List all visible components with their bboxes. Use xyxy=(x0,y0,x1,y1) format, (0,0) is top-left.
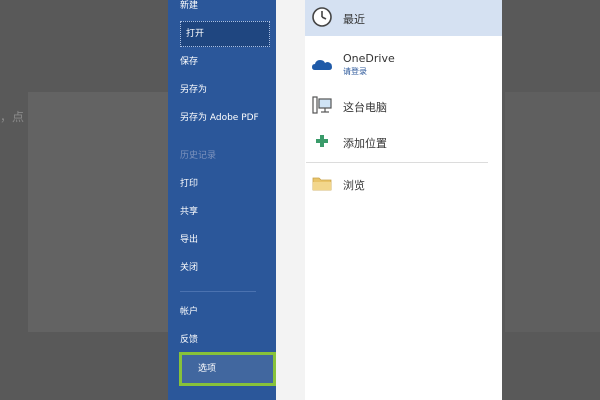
nav-separator xyxy=(180,291,256,292)
nav-item-save-as[interactable]: 另存为 xyxy=(180,84,272,96)
location-add-place-label: 添加位置 xyxy=(343,137,387,150)
nav-item-history: 历史记录 xyxy=(180,151,217,161)
plus-icon xyxy=(316,135,328,147)
nav-item-options[interactable]: 选项 xyxy=(179,352,276,386)
location-browse[interactable]: 浏览 xyxy=(305,166,502,202)
location-onedrive[interactable]: OneDrive 请登录 xyxy=(305,48,502,84)
nav-item-share[interactable]: 共享 xyxy=(180,206,272,218)
nav-item-export[interactable]: 导出 xyxy=(180,234,272,246)
backstage-nav: 新建 打开 保存 另存为 另存为 Adobe PDF 历史记录 打印 共享 导出… xyxy=(168,0,276,400)
location-this-pc-label: 这台电脑 xyxy=(343,101,387,114)
cloud-icon xyxy=(312,60,332,70)
nav-item-open[interactable]: 打开 xyxy=(180,21,270,47)
location-browse-label: 浏览 xyxy=(343,179,365,192)
nav-item-account[interactable]: 帐户 xyxy=(180,306,272,318)
onedrive-signin-link[interactable]: 请登录 xyxy=(343,66,367,77)
location-recent-label: 最近 xyxy=(343,13,365,26)
nav-item-open-label: 打开 xyxy=(186,29,205,39)
document-page-left xyxy=(28,92,188,332)
nav-item-print[interactable]: 打印 xyxy=(180,178,272,190)
computer-icon xyxy=(312,96,332,114)
document-text-fragment: ，点 xyxy=(0,110,25,124)
nav-item-save[interactable]: 保存 xyxy=(180,56,272,68)
nav-item-save-as-pdf[interactable]: 另存为 Adobe PDF xyxy=(180,112,260,124)
locations-separator xyxy=(306,162,488,163)
location-this-pc[interactable]: 这台电脑 xyxy=(305,88,502,124)
nav-item-feedback[interactable]: 反馈 xyxy=(180,334,272,346)
nav-item-options-label: 选项 xyxy=(198,364,217,374)
panel-gutter xyxy=(276,0,305,400)
document-page-right xyxy=(505,92,600,332)
location-onedrive-label: OneDrive xyxy=(343,52,395,65)
nav-item-new[interactable]: 新建 xyxy=(180,0,272,12)
nav-item-close[interactable]: 关闭 xyxy=(180,262,272,274)
folder-icon xyxy=(312,177,332,191)
location-add-place[interactable]: 添加位置 xyxy=(305,124,502,160)
clock-icon xyxy=(312,7,332,27)
location-recent[interactable]: 最近 xyxy=(305,0,502,36)
